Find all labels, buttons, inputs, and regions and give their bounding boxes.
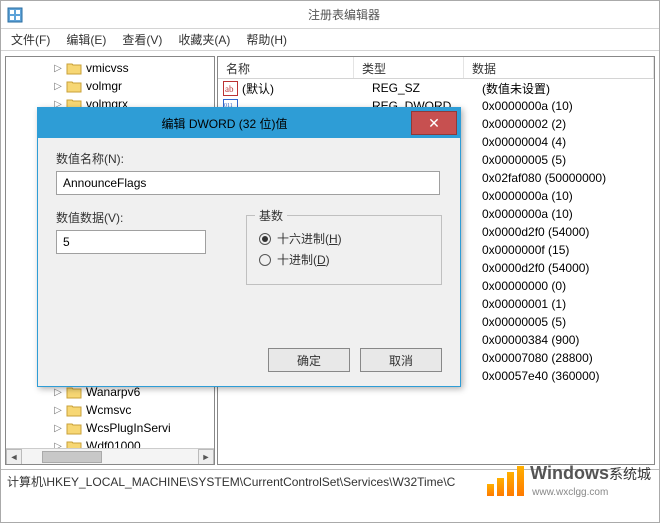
value-data-label: 数值数据(V): (56, 209, 246, 226)
cell-data: 0x0000000f (15) (482, 243, 654, 257)
scroll-right-button[interactable]: ► (198, 449, 214, 465)
folder-icon (66, 385, 82, 399)
tree-item[interactable]: ▷ vmicvss (6, 59, 214, 77)
cell-data: 0x00000000 (0) (482, 279, 654, 293)
cell-data: 0x00000004 (4) (482, 135, 654, 149)
expander-icon[interactable]: ▷ (52, 404, 64, 416)
menu-help[interactable]: 帮助(H) (240, 29, 293, 50)
base-group-label: 基数 (255, 207, 287, 224)
close-icon: ✕ (428, 115, 440, 132)
list-header: 名称 类型 数据 (218, 57, 654, 79)
cell-data: 0x00000384 (900) (482, 333, 654, 347)
value-name-input[interactable] (56, 171, 440, 195)
ok-button[interactable]: 确定 (268, 348, 350, 372)
folder-icon (66, 421, 82, 435)
titlebar: 注册表编辑器 (1, 1, 659, 29)
radio-dec[interactable]: 十进制(D) (259, 251, 429, 268)
watermark-logo-icon (487, 466, 524, 496)
menu-favorites[interactable]: 收藏夹(A) (172, 29, 236, 50)
expander-icon[interactable]: ▷ (52, 422, 64, 434)
menu-file[interactable]: 文件(F) (5, 29, 56, 50)
dialog-title: 编辑 DWORD (32 位)值 (38, 115, 411, 132)
cancel-button[interactable]: 取消 (360, 348, 442, 372)
watermark-text: Windows系统城 (530, 466, 651, 482)
cell-data: 0x0000000a (10) (482, 99, 654, 113)
menu-view[interactable]: 查看(V) (116, 29, 168, 50)
tree-item-label: volmgr (86, 79, 122, 93)
cell-data: 0x00000001 (1) (482, 297, 654, 311)
scroll-track[interactable] (22, 449, 198, 465)
app-icon (7, 7, 23, 23)
menu-edit[interactable]: 编辑(E) (60, 29, 112, 50)
tree-hscrollbar[interactable]: ◄ ► (6, 448, 214, 464)
radio-dec-label: 十进制(D) (277, 251, 330, 268)
dialog-body: 数值名称(N): 数值数据(V): 基数 十六进制(H) 十进制(D) (38, 138, 460, 297)
cell-data: 0x00000005 (5) (482, 153, 654, 167)
radio-hex-label: 十六进制(H) (277, 230, 342, 247)
folder-icon (66, 79, 82, 93)
dialog-titlebar[interactable]: 编辑 DWORD (32 位)值 ✕ (38, 108, 460, 138)
cell-data: 0x00000005 (5) (482, 315, 654, 329)
cell-data: 0x0000000a (10) (482, 189, 654, 203)
expander-icon[interactable]: ▷ (52, 80, 64, 92)
tree-item-label: Wanarpv6 (86, 385, 140, 399)
svg-text:ab: ab (225, 84, 234, 94)
tree-item[interactable]: ▷ WcsPlugInServi (6, 419, 214, 437)
cell-data: 0x0000d2f0 (54000) (482, 225, 654, 239)
dialog-close-button[interactable]: ✕ (411, 111, 457, 135)
tree-item-label: Wcmsvc (86, 403, 131, 417)
expander-icon[interactable]: ▷ (52, 62, 64, 74)
watermark-url: www.wxclgg.com (532, 487, 608, 498)
value-data-input[interactable] (56, 230, 206, 254)
cell-data: 0x0000d2f0 (54000) (482, 261, 654, 275)
expander-icon[interactable]: ▷ (52, 386, 64, 398)
watermark: Windows系统城 www.wxclgg.com (487, 463, 651, 498)
edit-dword-dialog: 编辑 DWORD (32 位)值 ✕ 数值名称(N): 数值数据(V): 基数 … (37, 107, 461, 387)
window-title: 注册表编辑器 (29, 6, 659, 23)
tree-item[interactable]: ▷ Wcmsvc (6, 401, 214, 419)
menubar: 文件(F) 编辑(E) 查看(V) 收藏夹(A) 帮助(H) (1, 29, 659, 51)
tree-item-label: WcsPlugInServi (86, 421, 171, 435)
radio-hex-dot (259, 233, 271, 245)
tree-item[interactable]: ▷ volmgr (6, 77, 214, 95)
cell-data: 0x02faf080 (50000000) (482, 171, 654, 185)
tree-item-label: vmicvss (86, 61, 129, 75)
folder-icon (66, 61, 82, 75)
radio-dec-dot (259, 254, 271, 266)
cell-data: 0x00000002 (2) (482, 117, 654, 131)
string-value-icon: ab (222, 80, 238, 96)
radio-hex[interactable]: 十六进制(H) (259, 230, 429, 247)
col-header-name[interactable]: 名称 (218, 57, 354, 78)
scroll-left-button[interactable]: ◄ (6, 449, 22, 465)
cell-data: 0x0000000a (10) (482, 207, 654, 221)
status-path: 计算机\HKEY_LOCAL_MACHINE\SYSTEM\CurrentCon… (7, 475, 455, 489)
folder-icon (66, 403, 82, 417)
base-groupbox: 基数 十六进制(H) 十进制(D) (246, 215, 442, 285)
cell-data: 0x00007080 (28800) (482, 351, 654, 365)
cell-type: REG_SZ (372, 81, 482, 95)
col-header-data[interactable]: 数据 (464, 57, 654, 78)
cell-name: (默认) (242, 80, 372, 97)
cell-data: (数值未设置) (482, 80, 654, 97)
scroll-thumb[interactable] (42, 451, 102, 463)
list-row[interactable]: ab (默认)REG_SZ(数值未设置) (218, 79, 654, 97)
cell-data: 0x00057e40 (360000) (482, 369, 654, 383)
value-name-label: 数值名称(N): (56, 150, 442, 167)
col-header-type[interactable]: 类型 (354, 57, 464, 78)
